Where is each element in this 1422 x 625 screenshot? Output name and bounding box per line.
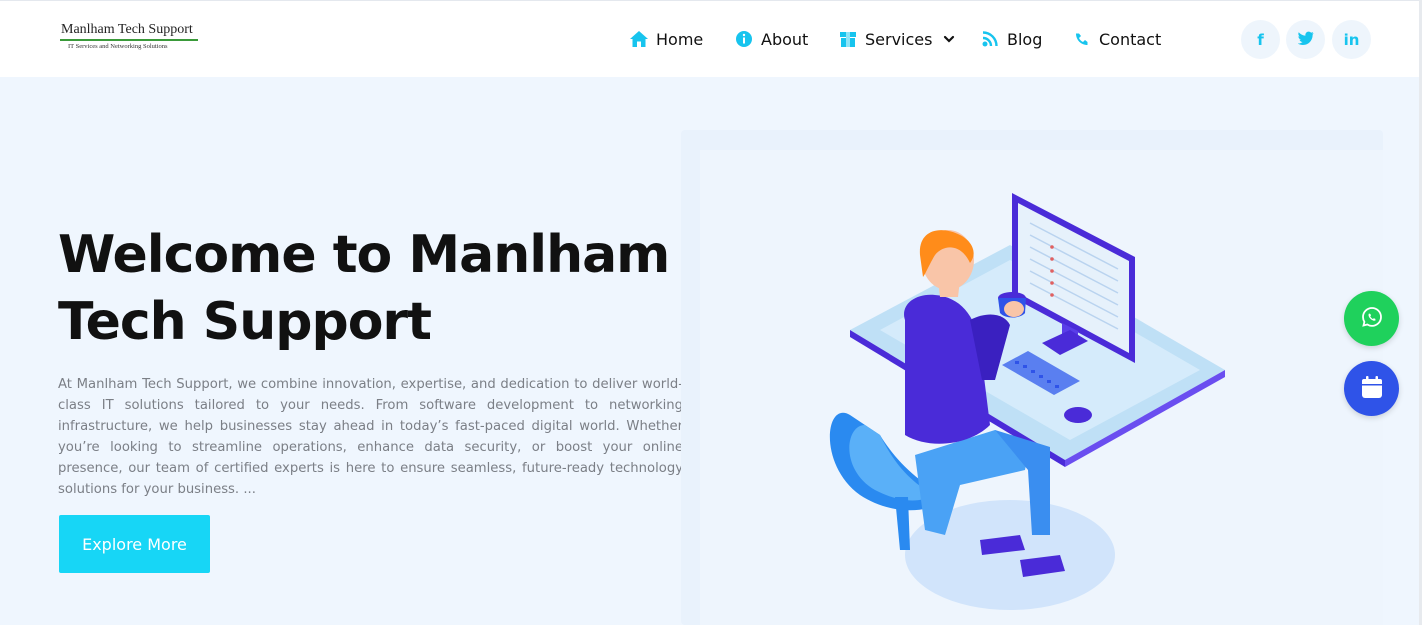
box-icon bbox=[838, 29, 858, 49]
explore-more-label: Explore More bbox=[82, 534, 187, 554]
rss-icon bbox=[980, 29, 1000, 49]
twitter-icon bbox=[1297, 30, 1314, 49]
calendar-button[interactable] bbox=[1344, 361, 1399, 416]
nav-label-services: Services bbox=[865, 29, 933, 49]
facebook-link[interactable]: f bbox=[1241, 20, 1280, 59]
nav-label-home: Home bbox=[656, 29, 704, 49]
nav-item-contact[interactable]: Contact bbox=[1072, 26, 1161, 52]
phone-icon bbox=[1072, 29, 1092, 49]
whatsapp-button[interactable] bbox=[1344, 291, 1399, 346]
hero-title: Welcome to Manlham Tech Support bbox=[58, 225, 670, 352]
logo-subtitle: IT Services and Networking Solutions bbox=[68, 43, 168, 50]
nav-item-services[interactable]: Services bbox=[838, 26, 959, 52]
nav-item-blog[interactable]: Blog bbox=[980, 26, 1042, 52]
facebook-icon: f bbox=[1257, 30, 1264, 49]
site-logo[interactable]: Manlham Tech Support IT Services and Net… bbox=[58, 21, 203, 57]
site-header: Manlham Tech Support IT Services and Net… bbox=[0, 0, 1422, 77]
nav-label-contact: Contact bbox=[1099, 29, 1162, 49]
linkedin-icon: in bbox=[1343, 30, 1360, 49]
logo-underline bbox=[60, 39, 198, 41]
nav-item-home[interactable]: Home bbox=[629, 26, 703, 52]
nav-label-about: About bbox=[761, 29, 809, 49]
explore-more-button[interactable]: Explore More bbox=[59, 515, 210, 573]
calendar-icon bbox=[1361, 375, 1383, 403]
hero-description: At Manlham Tech Support, we combine inno… bbox=[58, 377, 683, 497]
linkedin-link[interactable]: in bbox=[1332, 20, 1371, 59]
info-icon bbox=[734, 29, 754, 49]
nav-label-blog: Blog bbox=[1007, 29, 1043, 49]
twitter-link[interactable] bbox=[1286, 20, 1325, 59]
logo-title: Manlham Tech Support bbox=[61, 22, 193, 37]
chevron-down-icon bbox=[939, 29, 959, 49]
home-icon bbox=[629, 29, 649, 49]
developer-at-computer-illustration bbox=[829, 193, 1225, 610]
whatsapp-icon bbox=[1361, 306, 1383, 332]
nav-item-about[interactable]: About bbox=[734, 26, 808, 52]
